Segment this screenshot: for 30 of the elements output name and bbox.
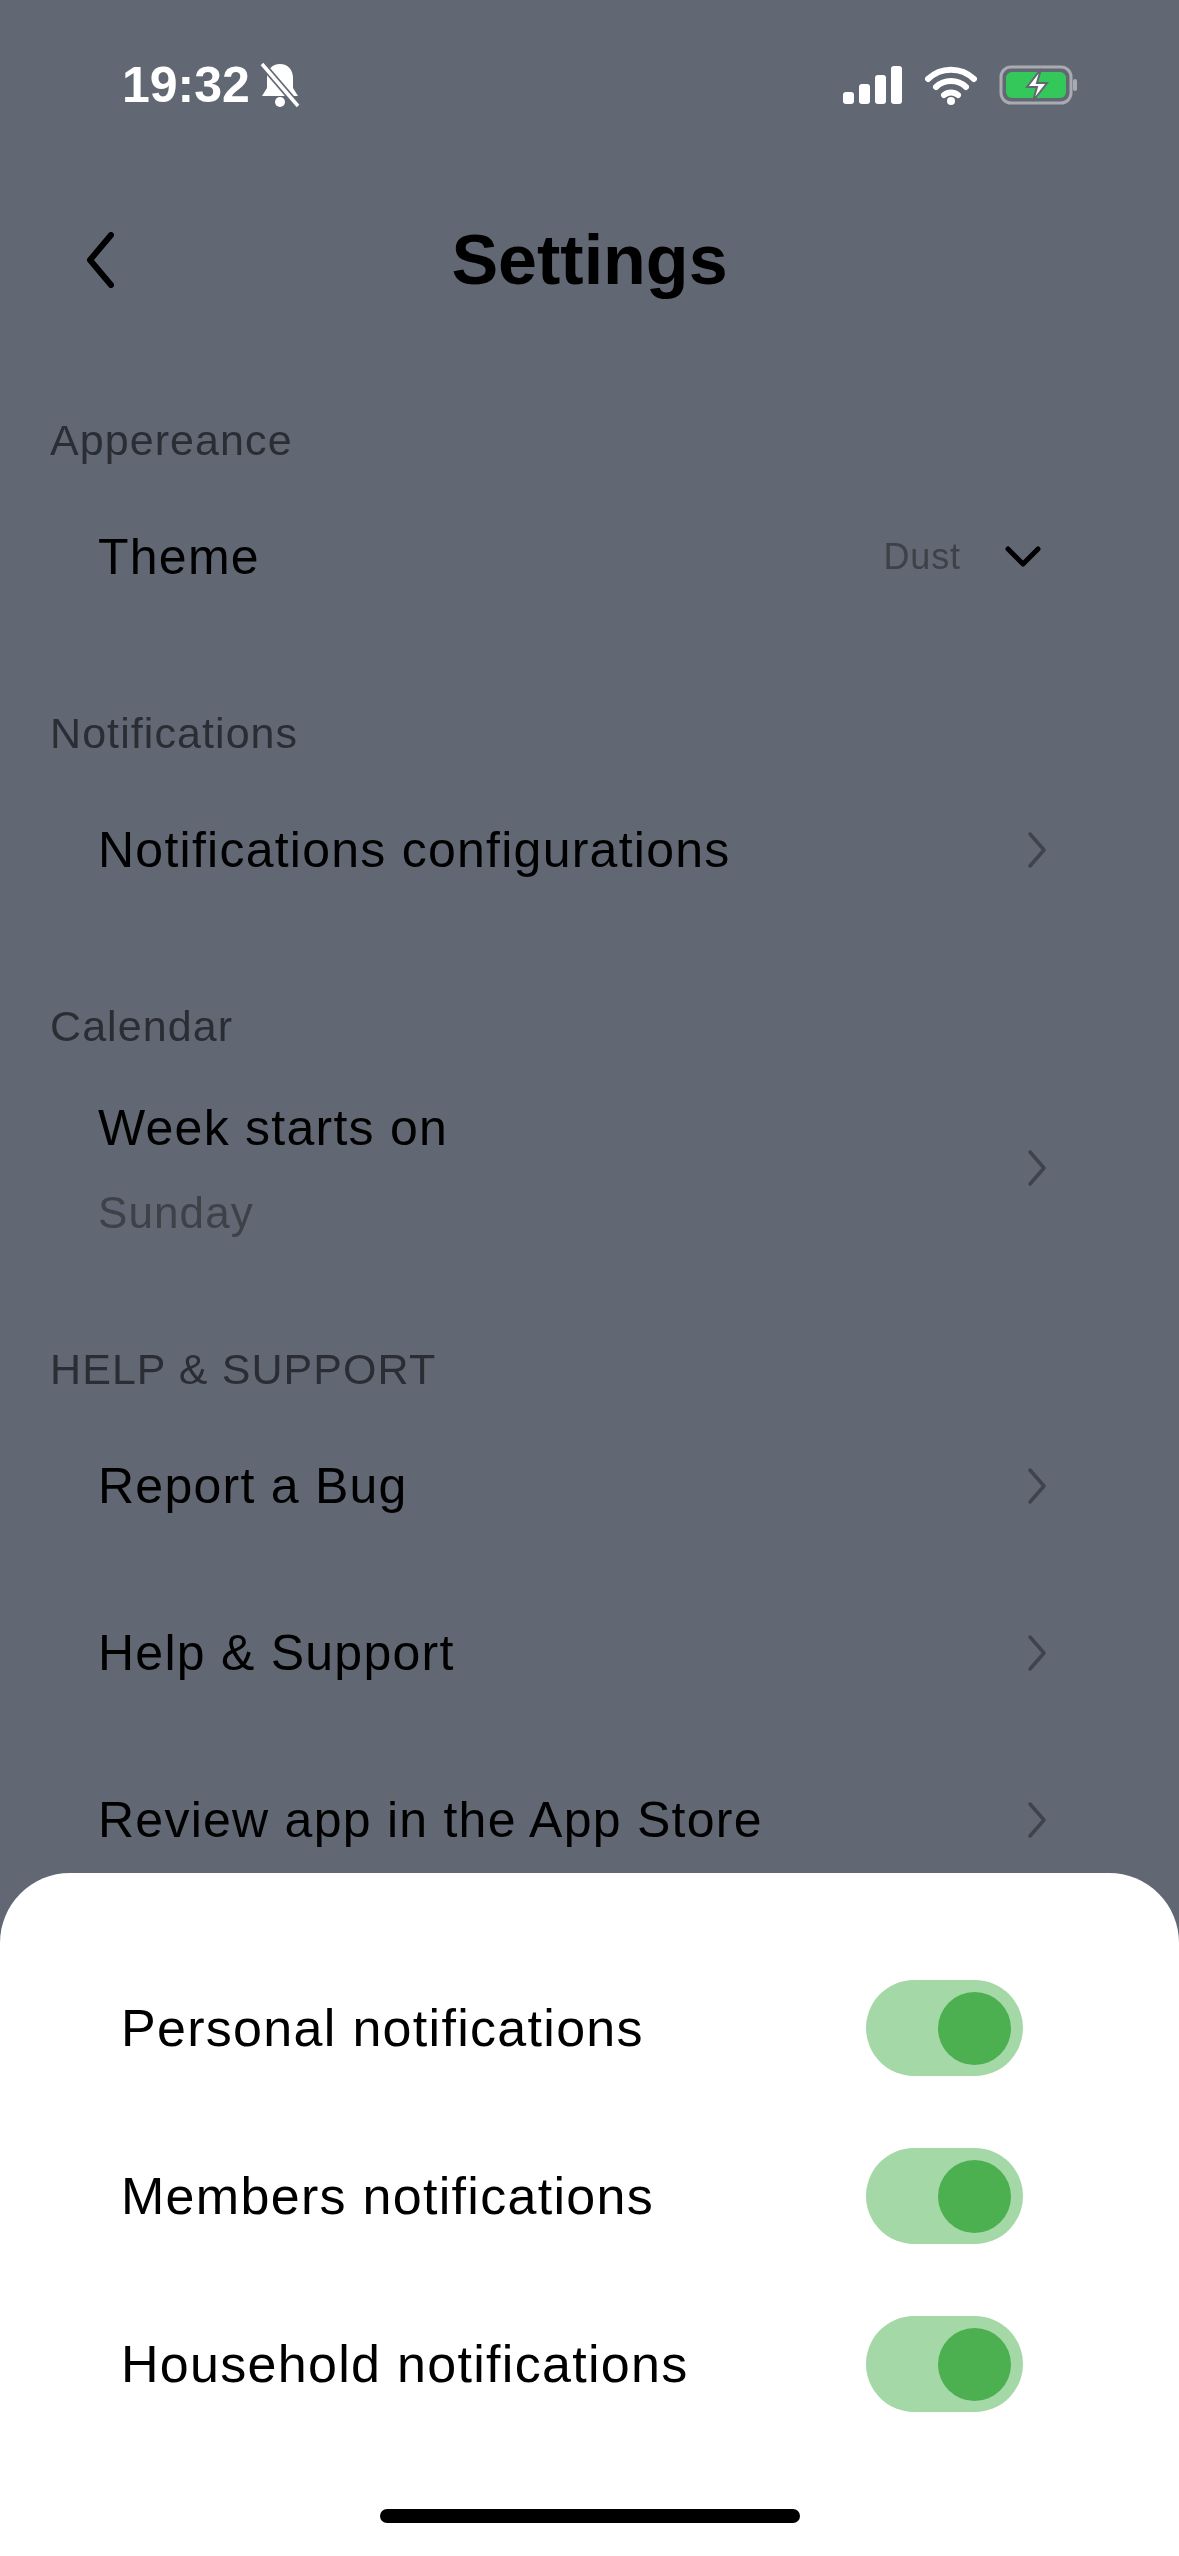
section-header: Calendar [49, 1000, 235, 1052]
chevron-right-icon [1027, 831, 1047, 869]
settings-row[interactable]: Help & Support [0, 1593, 1179, 1713]
toggle-label: Members notifications [121, 2166, 655, 2227]
settings-row[interactable]: Notifications configurations [0, 790, 1179, 910]
status-time: 19:32 [122, 55, 250, 115]
bell-slash-icon [257, 60, 302, 110]
battery-charging-icon [999, 65, 1079, 105]
wifi-icon [925, 65, 977, 105]
settings-row[interactable]: Review app in the App Store [0, 1760, 1179, 1880]
row-label: Report a Bug [98, 1456, 408, 1516]
section-header: Notifications [49, 707, 300, 759]
settings-row[interactable]: Report a Bug [0, 1426, 1179, 1546]
page-title: Settings [451, 219, 728, 301]
chevron-right-icon [1027, 1149, 1047, 1187]
back-chevron-icon [86, 232, 114, 288]
signal-icon [843, 66, 903, 104]
chevron-right-icon [1027, 1801, 1047, 1839]
row-label: Review app in the App Store [98, 1790, 763, 1850]
section-header: HELP & SUPPORT [49, 1343, 438, 1395]
section-header: Appereance [49, 414, 294, 466]
toggle-label: Household notifications [121, 2334, 689, 2395]
chevron-right-icon [1027, 1634, 1047, 1672]
toggle-label: Personal notifications [121, 1998, 644, 2059]
row-label: Theme [98, 527, 260, 587]
row-label: Help & Support [98, 1623, 455, 1683]
chevron-right-icon [1027, 1467, 1047, 1505]
row-label: Notifications configurations [98, 820, 731, 880]
row-label: Week starts on [98, 1098, 449, 1158]
chevron-down-icon [1005, 546, 1041, 568]
